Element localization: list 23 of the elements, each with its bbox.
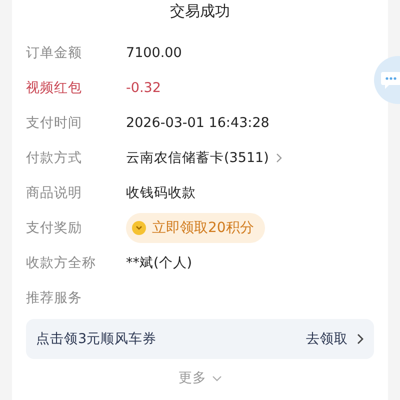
discount-value: -0.32: [126, 80, 161, 96]
coupon-banner[interactable]: 点击领3元顺风车券 去领取: [26, 319, 374, 359]
chevron-down-icon: [212, 374, 222, 382]
field-value: **斌(个人): [126, 254, 192, 272]
chevron-right-icon: [356, 333, 364, 345]
section-label: 推荐服务: [26, 288, 83, 306]
field-label: 订单金额: [26, 44, 83, 62]
field-label: 商品说明: [26, 184, 83, 202]
chevron-right-icon: [274, 152, 283, 162]
field-value: 收钱码收款: [126, 184, 196, 202]
claim-link[interactable]: 去领取: [306, 330, 348, 348]
chat-bubble-icon: [380, 70, 400, 90]
status-title: 交易成功: [169, 1, 231, 22]
field-label: 支付奖励: [26, 218, 83, 236]
field-label: 支付时间: [26, 114, 83, 132]
field-label: 视频红包: [26, 78, 83, 96]
payment-method-link[interactable]: 云南农信储蓄卡(3511): [126, 148, 269, 166]
field-label: 收款方全称: [26, 254, 97, 272]
coin-icon: [132, 220, 146, 234]
field-label: 付款方式: [26, 148, 83, 166]
field-value: 2026-03-01 16:43:28: [126, 114, 270, 130]
banner-text: 点击领3元顺风车券: [36, 330, 158, 348]
field-value: 7100.00: [126, 44, 182, 60]
